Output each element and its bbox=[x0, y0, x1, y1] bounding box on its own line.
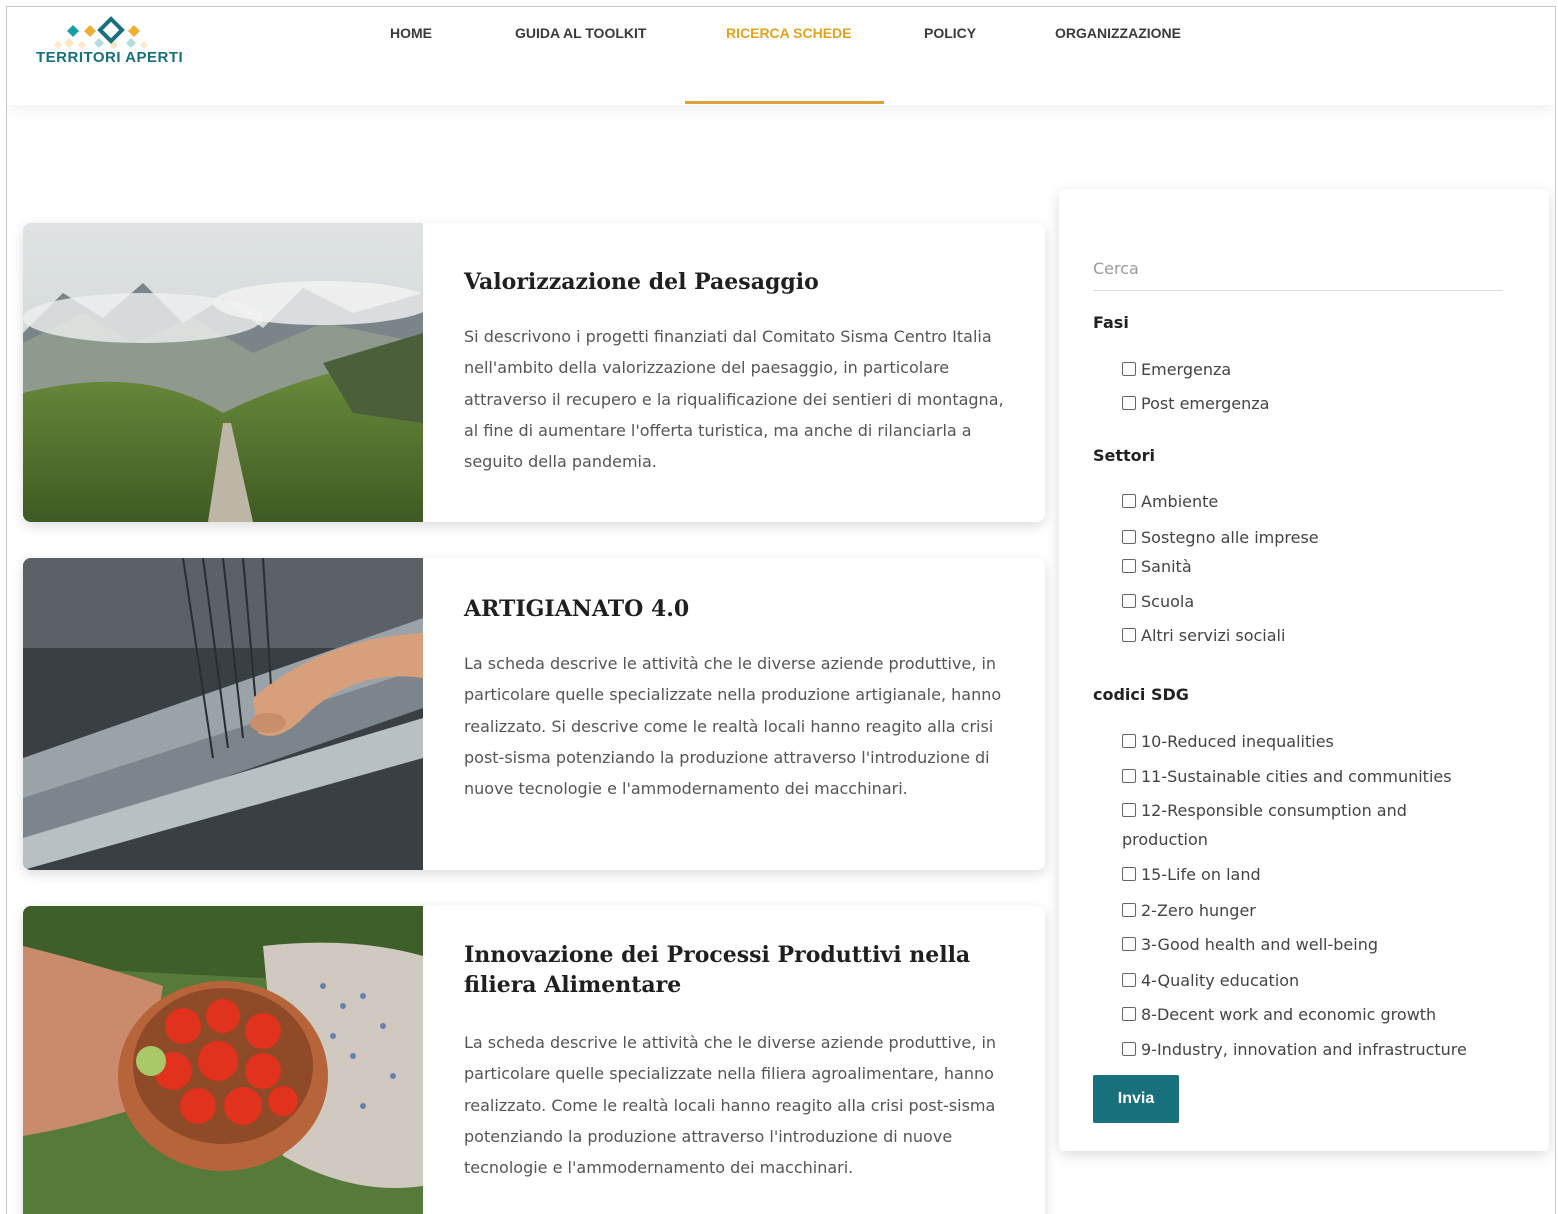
filter-group-sdg-title: codici SDG bbox=[1093, 685, 1189, 704]
active-nav-indicator bbox=[685, 101, 884, 104]
filter-group-fasi-title: Fasi bbox=[1093, 313, 1129, 332]
card-image-mountains[interactable] bbox=[23, 223, 423, 522]
filter-option[interactable]: Post emergenza bbox=[1122, 389, 1502, 418]
search-input[interactable] bbox=[1093, 247, 1503, 291]
card-innovazione-filiera[interactable]: Innovazione dei Processi Produttivi nell… bbox=[23, 906, 1045, 1214]
card-image-tomatoes[interactable] bbox=[23, 906, 423, 1214]
filter-option[interactable]: 11-Sustainable cities and communities bbox=[1122, 762, 1502, 791]
nav-guida-toolkit[interactable]: GUIDA AL TOOLKIT bbox=[515, 25, 646, 41]
filter-option[interactable]: Emergenza bbox=[1122, 355, 1502, 384]
checkbox[interactable] bbox=[1122, 937, 1136, 951]
checkbox[interactable] bbox=[1122, 973, 1136, 987]
card-description: La scheda descrive le attività che le di… bbox=[464, 654, 1002, 799]
submit-button[interactable]: Invia bbox=[1093, 1075, 1179, 1123]
nav-policy[interactable]: POLICY bbox=[924, 25, 976, 41]
card-valorizzazione-paesaggio[interactable]: Valorizzazione del Paesaggio Si descrivo… bbox=[23, 223, 1045, 522]
filter-option[interactable]: 15-Life on land bbox=[1122, 860, 1502, 889]
card-description: La scheda descrive le attività che le di… bbox=[464, 1033, 997, 1178]
filter-sidebar: Fasi Emergenza Post emergenza Settori Am… bbox=[1059, 189, 1549, 1151]
checkbox[interactable] bbox=[1122, 734, 1136, 748]
logo-text: TERRITORI APERTI bbox=[36, 49, 184, 66]
card-title[interactable]: Valorizzazione del Paesaggio bbox=[464, 267, 1015, 297]
checkbox[interactable] bbox=[1122, 628, 1136, 642]
nav-ricerca-schede[interactable]: RICERCA SCHEDE bbox=[726, 25, 852, 41]
checkbox[interactable] bbox=[1122, 903, 1136, 917]
checkbox[interactable] bbox=[1122, 396, 1136, 410]
checkbox[interactable] bbox=[1122, 769, 1136, 783]
filter-option[interactable]: Altri servizi sociali bbox=[1122, 621, 1502, 650]
filter-option[interactable]: Sostegno alle imprese bbox=[1122, 523, 1502, 552]
filter-option[interactable]: 3-Good health and well-being bbox=[1122, 930, 1502, 959]
card-title[interactable]: ARTIGIANATO 4.0 bbox=[464, 594, 1015, 624]
card-description: Si descrivono i progetti finanziati dal … bbox=[464, 327, 1004, 472]
filter-group-settori-title: Settori bbox=[1093, 446, 1156, 465]
card-artigianato[interactable]: ARTIGIANATO 4.0 La scheda descrive le at… bbox=[23, 558, 1045, 870]
checkbox[interactable] bbox=[1122, 1042, 1136, 1056]
checkbox[interactable] bbox=[1122, 494, 1136, 508]
logo-diamonds-icon bbox=[54, 16, 148, 49]
checkbox[interactable] bbox=[1122, 559, 1136, 573]
card-title[interactable]: Innovazione dei Processi Produttivi nell… bbox=[464, 940, 1015, 1000]
filter-option[interactable]: Scuola bbox=[1122, 587, 1502, 616]
checkbox[interactable] bbox=[1122, 867, 1136, 881]
filter-option[interactable]: Sanità bbox=[1122, 552, 1502, 581]
checkbox[interactable] bbox=[1122, 362, 1136, 376]
filter-option[interactable]: Ambiente bbox=[1122, 487, 1502, 516]
filter-option[interactable]: 4-Quality education bbox=[1122, 966, 1502, 995]
filter-option[interactable]: 8-Decent work and economic growth bbox=[1122, 1000, 1502, 1029]
filter-option[interactable]: 9-Industry, innovation and infrastructur… bbox=[1122, 1035, 1502, 1064]
card-image-loom[interactable] bbox=[23, 558, 423, 870]
nav-home[interactable]: HOME bbox=[390, 25, 432, 41]
site-header: TERRITORI APERTI HOME GUIDA AL TOOLKIT R… bbox=[7, 7, 1555, 105]
filter-option[interactable]: 10-Reduced inequalities bbox=[1122, 727, 1502, 756]
checkbox[interactable] bbox=[1122, 594, 1136, 608]
logo[interactable]: TERRITORI APERTI bbox=[34, 13, 194, 69]
nav-organizzazione[interactable]: ORGANIZZAZIONE bbox=[1055, 25, 1181, 41]
checkbox[interactable] bbox=[1122, 1007, 1136, 1021]
filter-option[interactable]: 2-Zero hunger bbox=[1122, 896, 1502, 925]
checkbox[interactable] bbox=[1122, 803, 1136, 817]
checkbox[interactable] bbox=[1122, 530, 1136, 544]
page-frame: TERRITORI APERTI HOME GUIDA AL TOOLKIT R… bbox=[6, 6, 1556, 1214]
filter-option[interactable]: 12-Responsible consumption and productio… bbox=[1122, 796, 1452, 854]
